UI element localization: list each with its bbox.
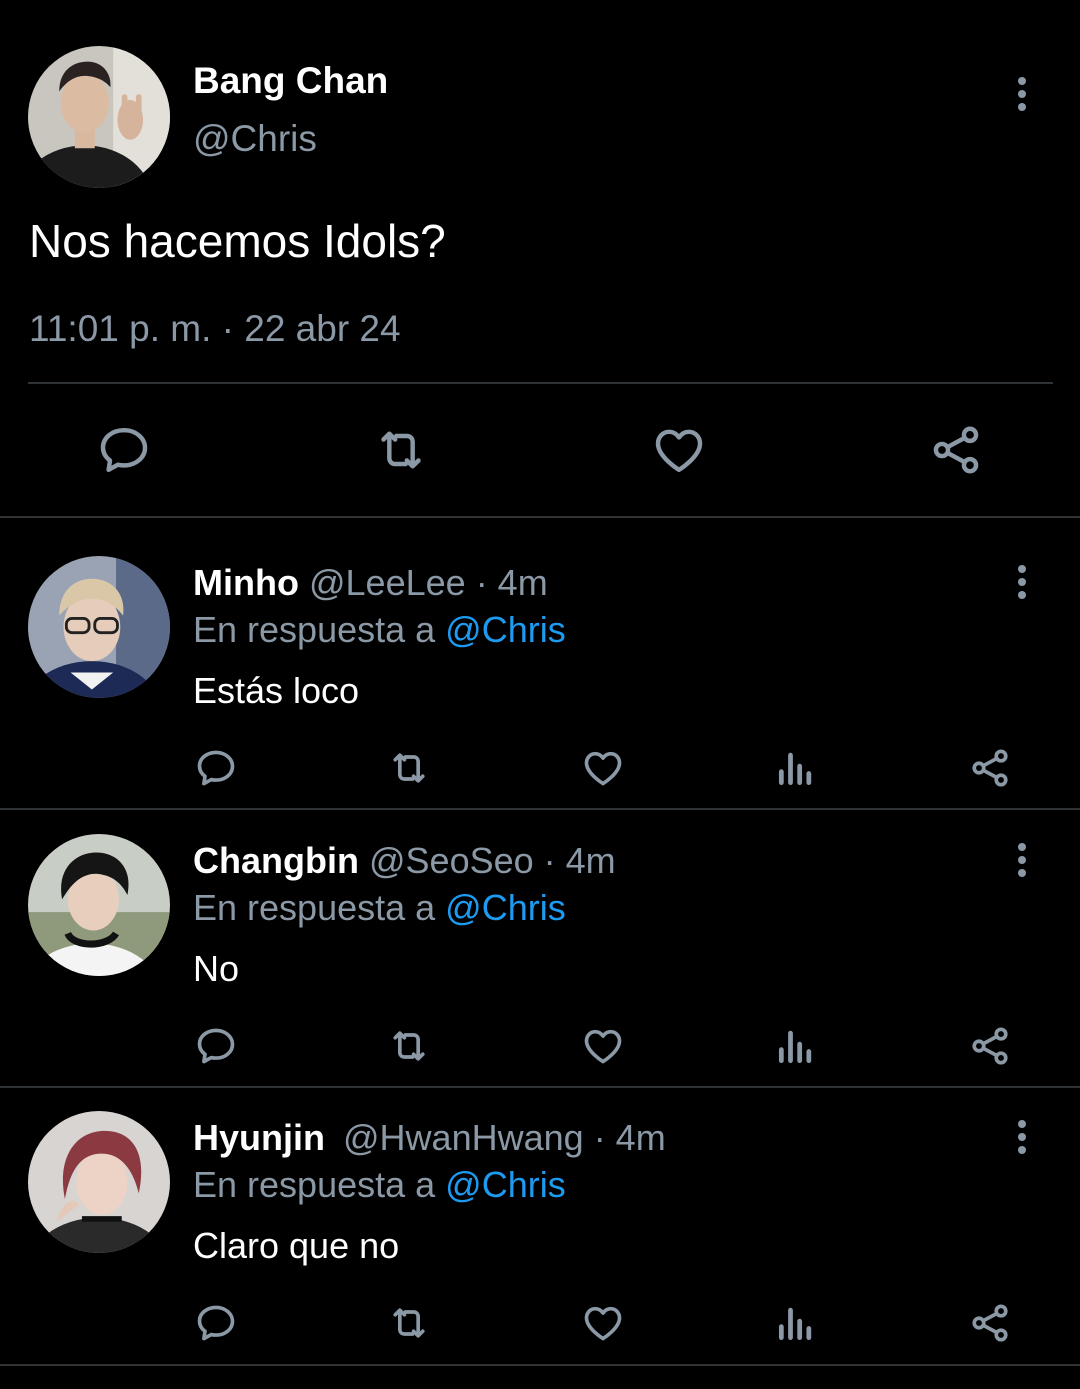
views-icon[interactable] [774, 1024, 818, 1068]
author-name[interactable]: Bang Chan [193, 60, 388, 102]
like-icon[interactable] [581, 746, 625, 790]
reply-prefix: En respuesta a [193, 887, 436, 928]
share-icon[interactable] [968, 746, 1012, 790]
retweet-icon[interactable] [373, 422, 429, 478]
reply-context: En respuesta a @Chris [193, 609, 566, 651]
more-options-icon[interactable] [1007, 1115, 1037, 1159]
author-handle[interactable]: @LeeLee [309, 562, 466, 603]
avatar[interactable] [28, 46, 170, 188]
reply-time: · 4m [593, 1117, 666, 1158]
reply-header: Changbin @SeoSeo · 4m [193, 840, 616, 882]
tweet-text: No [193, 948, 240, 989]
tweet-timestamp: 11:01 p. m. · 22 abr 24 [29, 308, 401, 349]
reply-tweet[interactable]: Changbin @SeoSeo · 4m En respuesta a @Ch… [0, 798, 1080, 1076]
reply-icon[interactable] [194, 1301, 238, 1345]
main-tweet: Bang Chan @Chris Nos hacemos Idols? 11:0… [0, 0, 1080, 518]
divider [28, 382, 1053, 384]
reply-prefix: En respuesta a [193, 1164, 436, 1205]
views-icon[interactable] [774, 1301, 818, 1345]
mention-link[interactable]: @Chris [445, 609, 566, 650]
tweet-text: Claro que no [193, 1225, 400, 1266]
reply-time: · 4m [543, 840, 616, 881]
mention-link[interactable]: @Chris [445, 1164, 566, 1205]
share-icon[interactable] [928, 422, 984, 478]
reply-tweet[interactable]: Hyunjin @HwanHwang · 4m En respuesta a @… [0, 1075, 1080, 1353]
mention-link[interactable]: @Chris [445, 887, 566, 928]
more-options-icon[interactable] [1007, 72, 1037, 116]
reply-icon[interactable] [194, 746, 238, 790]
views-icon[interactable] [774, 746, 818, 790]
reply-prefix: En respuesta a [193, 609, 436, 650]
like-icon[interactable] [651, 422, 707, 478]
divider [0, 1364, 1080, 1366]
like-icon[interactable] [581, 1024, 625, 1068]
reply-icon[interactable] [96, 422, 152, 478]
divider [0, 516, 1080, 518]
retweet-icon[interactable] [387, 746, 431, 790]
more-options-icon[interactable] [1007, 838, 1037, 882]
reply-time: · 4m [475, 562, 548, 603]
like-icon[interactable] [581, 1301, 625, 1345]
reply-context: En respuesta a @Chris [193, 887, 566, 929]
more-options-icon[interactable] [1007, 560, 1037, 604]
reply-tweet[interactable]: Minho @LeeLee · 4m En respuesta a @Chris… [0, 520, 1080, 798]
avatar[interactable] [28, 556, 170, 698]
retweet-icon[interactable] [387, 1024, 431, 1068]
author-handle[interactable]: @Chris [193, 118, 317, 160]
tweet-text: Estás loco [193, 670, 360, 711]
author-handle[interactable]: @HwanHwang [343, 1117, 584, 1158]
reply-context: En respuesta a @Chris [193, 1164, 566, 1206]
retweet-icon[interactable] [387, 1301, 431, 1345]
avatar[interactable] [28, 1111, 170, 1253]
author-name[interactable]: Hyunjin [193, 1117, 325, 1158]
reply-header: Hyunjin @HwanHwang · 4m [193, 1117, 666, 1159]
avatar[interactable] [28, 834, 170, 976]
reply-header: Minho @LeeLee · 4m [193, 562, 548, 604]
share-icon[interactable] [968, 1024, 1012, 1068]
share-icon[interactable] [968, 1301, 1012, 1345]
author-handle[interactable]: @SeoSeo [369, 840, 534, 881]
tweet-text: Nos hacemos Idols? [29, 215, 446, 267]
reply-icon[interactable] [194, 1024, 238, 1068]
author-name[interactable]: Minho [193, 562, 299, 603]
author-name[interactable]: Changbin [193, 840, 359, 881]
